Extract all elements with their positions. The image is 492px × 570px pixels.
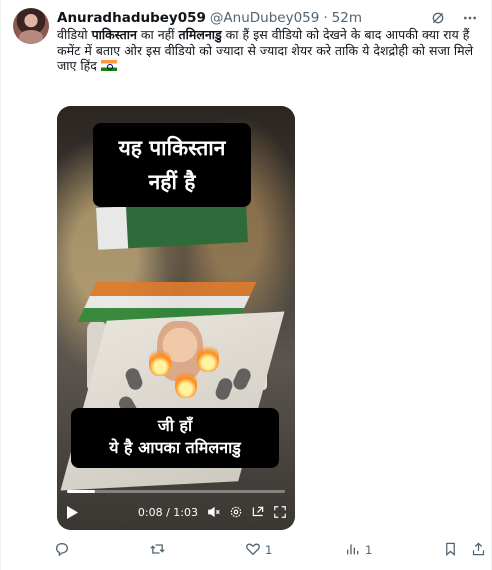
video-banner-shape	[96, 200, 248, 250]
reply-button[interactable]	[54, 541, 74, 560]
tweet-actions: 1 1	[54, 540, 485, 560]
header-icons	[429, 9, 479, 27]
more-icon[interactable]	[461, 9, 479, 27]
settings-icon[interactable]	[228, 505, 243, 520]
video-time-separator: /	[162, 505, 174, 519]
flame-shape	[197, 342, 219, 372]
video-progress-bar[interactable]	[67, 490, 285, 493]
fullscreen-icon[interactable]	[272, 505, 287, 520]
tweet-text-part: वीडियो	[57, 27, 92, 42]
video-current-time: 0:08	[137, 505, 163, 519]
share-icon	[471, 541, 486, 560]
tweet-text-bold: तमिलनाडु	[178, 27, 222, 42]
pip-icon[interactable]	[250, 505, 265, 520]
author-name[interactable]: Anuradhadubey059	[57, 10, 206, 26]
tweet-card: Anuradhadubey059 @AnuDubey059 · 52m वीडि…	[0, 0, 492, 570]
volume-mute-icon[interactable]	[206, 505, 221, 520]
views-button[interactable]: 1	[345, 541, 372, 560]
grok-icon[interactable]	[429, 9, 447, 27]
flame-shape	[149, 346, 171, 376]
video-caption-bottom: जी हाँ ये है आपका तमिलनाडु	[71, 408, 279, 468]
bookmark-icon	[443, 541, 458, 560]
retweet-icon	[149, 541, 166, 560]
tweet-text-line2: जाए हिंद	[57, 58, 97, 73]
caption-bottom-line2: ये है आपका तमिलनाडु	[109, 438, 241, 457]
caption-top-line2: नहीं है	[148, 170, 196, 194]
tweet-text-part: का नहीं	[136, 27, 179, 42]
india-flag-icon	[100, 60, 117, 71]
video-time: 0:08 / 1:03	[138, 506, 198, 519]
retweet-button[interactable]	[149, 541, 170, 560]
like-icon	[245, 541, 261, 560]
caption-bottom-line1: जी हाँ	[157, 416, 193, 435]
tweet-header: Anuradhadubey059 @AnuDubey059 · 52m	[57, 8, 479, 28]
flame-shape	[175, 368, 197, 398]
views-icon	[345, 541, 361, 560]
caption-top-line1: यह पाकिस्तान	[118, 136, 226, 160]
video-control-icons	[206, 505, 287, 520]
separator-dot: ·	[323, 10, 328, 26]
tweet-time[interactable]: 52m	[332, 10, 362, 26]
tweet-text: वीडियो पाकिस्तान का नहीं तमिलनाडु का हैं…	[57, 27, 485, 74]
video-progress-fill	[67, 490, 95, 493]
video-controls: 0:08 / 1:03	[57, 502, 295, 522]
avatar[interactable]	[13, 8, 49, 44]
video-player[interactable]: यह पाकिस्तान नहीं है जी हाँ ये है आपका त…	[57, 106, 295, 530]
like-count: 1	[265, 543, 273, 557]
author-handle[interactable]: @AnuDubey059	[210, 10, 319, 26]
reply-icon	[54, 541, 70, 560]
video-duration: 1:03	[173, 505, 198, 519]
views-count: 1	[365, 543, 373, 557]
video-caption-top: यह पाकिस्तान नहीं है	[93, 123, 251, 207]
share-button[interactable]	[471, 541, 486, 560]
bookmark-button[interactable]	[443, 541, 458, 560]
like-button[interactable]: 1	[245, 541, 272, 560]
play-icon[interactable]	[65, 505, 79, 519]
tweet-text-bold: पाकिस्तान	[91, 27, 137, 42]
